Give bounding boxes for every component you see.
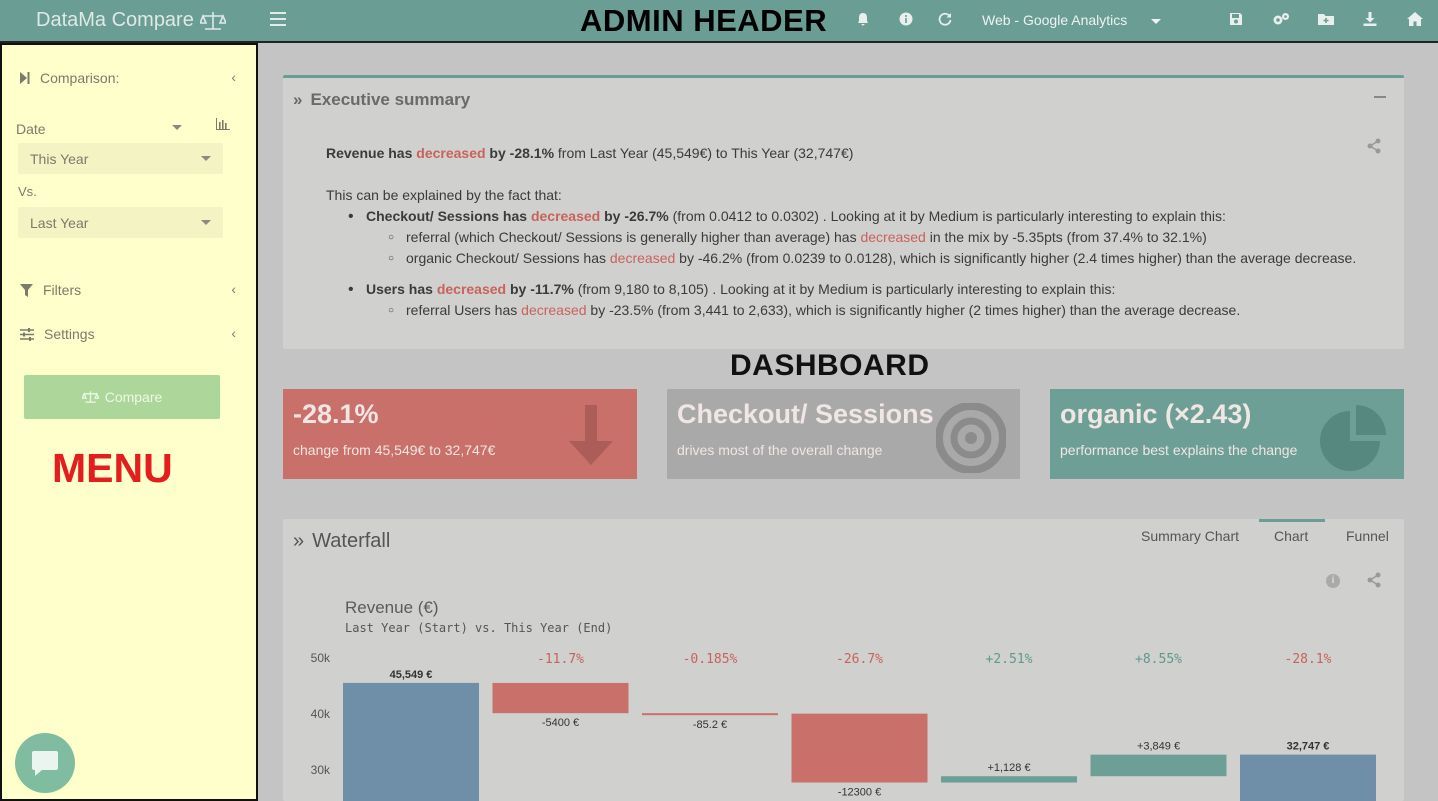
comparison-toggle[interactable]: Comparison: — [20, 70, 119, 86]
comparison-label: Comparison: — [40, 70, 120, 86]
waterfall-bar[interactable] — [343, 682, 479, 801]
summary-headline: Revenue has decreased by -28.1% from Las… — [326, 145, 854, 161]
filters-label: Filters — [43, 282, 82, 298]
app-logo[interactable]: DataMa Compare — [36, 9, 226, 32]
download-icon[interactable] — [1362, 12, 1378, 28]
summary-sub-bullet: referral (which Checkout/ Sessions is ge… — [388, 227, 1366, 248]
bar-pct-label: -0.185% — [683, 652, 738, 667]
menu-icon[interactable] — [270, 12, 286, 26]
arrow-down-icon — [569, 405, 613, 465]
double-chevron-icon: » — [293, 90, 303, 109]
summary-bullet: Users has decreased by -11.7% (from 9,18… — [348, 279, 1366, 321]
waterfall-chart: 50k 40k 30k 45,549 € -5400 € -11.7% -85.2 € -0.… — [311, 651, 1376, 801]
bell-icon[interactable] — [855, 12, 871, 28]
executive-summary-header[interactable]: » Executive summary — [293, 90, 470, 110]
chat-bubble-icon — [32, 751, 58, 776]
bar-pct-label: -11.7% — [537, 652, 584, 667]
chevron-down-icon[interactable] — [1151, 19, 1161, 24]
period-b-select[interactable]: Last Year — [18, 207, 223, 238]
summary-sub-bullet: organic Checkout/ Sessions has decreased… — [388, 248, 1366, 269]
vs-label: Vs. — [18, 184, 37, 199]
summary-text: Revenue has decreased by -28.1% from Las… — [326, 143, 1366, 321]
filter-icon — [20, 283, 33, 297]
kpi-tile-driver[interactable]: Checkout/ Sessions drives most of the ov… — [667, 389, 1020, 479]
period-a-select[interactable]: This Year — [18, 143, 223, 174]
bar-value-label: +3,849 € — [1137, 741, 1180, 753]
summary-intro: This can be explained by the fact that: — [326, 187, 562, 203]
share-icon[interactable] — [1366, 138, 1382, 154]
scale-icon — [81, 391, 99, 403]
settings-label: Settings — [44, 326, 95, 342]
account-selector[interactable]: Web - Google Analytics — [982, 12, 1127, 28]
step-forward-icon — [20, 72, 30, 84]
kpi-tile-segment[interactable]: organic (×2.43) performance best explain… — [1050, 389, 1404, 479]
collapse-icon[interactable] — [1374, 96, 1386, 98]
executive-summary-card: » Executive summary Revenue has decrease… — [283, 75, 1404, 349]
sliders-icon — [20, 327, 34, 341]
app-title: DataMa Compare — [36, 9, 194, 31]
admin-header-label: ADMIN HEADER — [580, 3, 828, 38]
summary-bullet: Checkout/ Sessions has decreased by -26.… — [348, 206, 1366, 269]
waterfall-bar[interactable] — [791, 713, 928, 783]
y-tick-label: 50k — [311, 651, 331, 665]
waterfall-card: » Waterfall Summary Chart Chart Funnel i… — [283, 519, 1404, 801]
waterfall-bar[interactable] — [642, 713, 778, 716]
bar-pct-label: +2.51% — [986, 652, 1033, 667]
sidebar-menu: Comparison: ‹ Date This Year Vs. Last Ye… — [0, 43, 258, 801]
chevron-left-icon[interactable]: ‹ — [231, 69, 236, 85]
bar-pct-label: +8.55% — [1135, 652, 1182, 667]
home-icon[interactable] — [1407, 12, 1423, 28]
filters-toggle[interactable]: Filters — [20, 282, 81, 298]
bar-value-label: -85.2 € — [693, 719, 727, 731]
compare-button[interactable]: Compare — [24, 375, 220, 419]
kpi-tile-change[interactable]: -28.1% change from 45,549€ to 32,747€ — [283, 389, 637, 479]
chevron-down-icon — [201, 220, 211, 225]
save-icon[interactable] — [1228, 12, 1244, 28]
waterfall-bar[interactable] — [1240, 754, 1376, 801]
date-label: Date — [16, 121, 46, 137]
chevron-down-icon[interactable] — [172, 125, 182, 130]
bar-value-label: +1,128 € — [987, 762, 1030, 774]
bar-value-label: -12300 € — [838, 787, 881, 799]
summary-sub-bullet: referral Users has decreased by -23.5% (… — [388, 300, 1366, 321]
scale-icon — [199, 11, 226, 30]
chevron-left-icon[interactable]: ‹ — [231, 325, 236, 341]
executive-summary-title: Executive summary — [310, 90, 471, 109]
info-icon[interactable] — [898, 12, 914, 28]
admin-header: DataMa Compare ADMIN HEADER Web - Google… — [0, 0, 1438, 43]
settings-icon[interactable] — [1272, 12, 1290, 28]
waterfall-bar[interactable] — [492, 682, 629, 714]
chevron-left-icon[interactable]: ‹ — [231, 281, 236, 297]
refresh-icon[interactable] — [937, 12, 953, 28]
period-b-value: Last Year — [30, 215, 89, 231]
bar-value-label: 32,747 € — [1287, 741, 1330, 753]
settings-toggle[interactable]: Settings — [20, 326, 95, 342]
folder-icon[interactable] — [1318, 12, 1334, 28]
chevron-down-icon — [201, 156, 211, 161]
chat-button[interactable] — [15, 733, 75, 793]
bar-pct-label: -26.7% — [836, 652, 883, 667]
pie-chart-icon — [1320, 405, 1386, 471]
waterfall-bar[interactable] — [1090, 754, 1227, 777]
bar-value-label: -5400 € — [542, 717, 579, 729]
bar-value-label: 45,549 € — [390, 669, 433, 681]
menu-overlay-label: MENU — [52, 445, 173, 491]
compare-button-label: Compare — [104, 389, 163, 405]
waterfall-bar[interactable] — [941, 776, 1077, 783]
dashboard-overlay-label: DASHBOARD — [730, 349, 930, 382]
y-tick-label: 40k — [311, 707, 331, 721]
period-a-value: This Year — [30, 151, 89, 167]
bar-pct-label: -28.1% — [1285, 652, 1332, 667]
bar-chart-icon[interactable] — [216, 117, 230, 135]
target-icon — [936, 403, 1006, 473]
y-tick-label: 30k — [311, 763, 331, 777]
